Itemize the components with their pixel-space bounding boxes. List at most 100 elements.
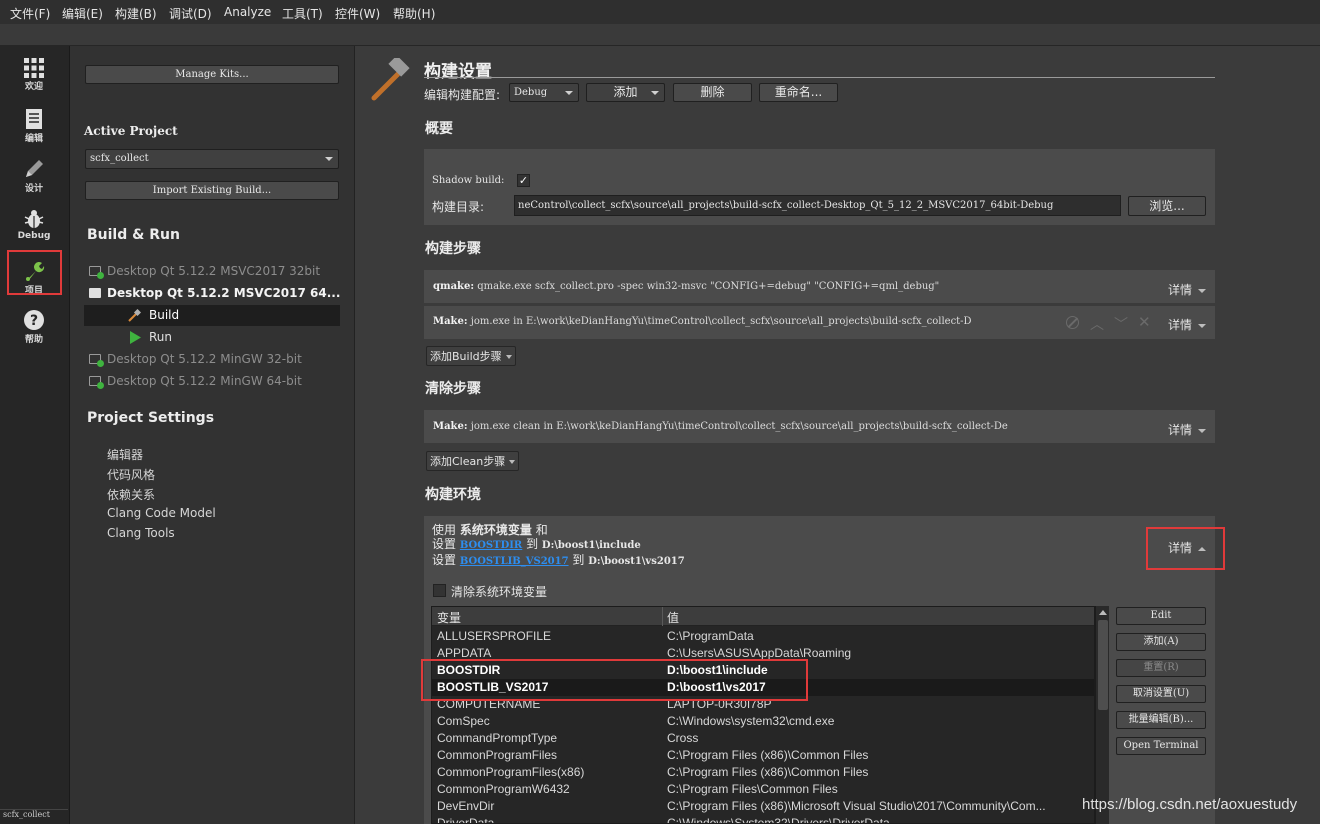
move-up-icon[interactable]: ︿	[1090, 314, 1104, 334]
env-edit-button[interactable]: Edit	[1116, 607, 1206, 625]
env-var-name: CommandPromptType	[437, 731, 558, 745]
mode-design[interactable]: 设计	[0, 158, 68, 194]
env-add-button[interactable]: 添加(A)	[1116, 633, 1206, 651]
kit-item-msvc64[interactable]: Desktop Qt 5.12.2 MSVC2017 64...	[89, 286, 341, 300]
help-icon: ?	[24, 310, 44, 330]
env-reset-button[interactable]: 重置(R)	[1116, 659, 1206, 677]
table-row[interactable]: ALLUSERSPROFILE C:\ProgramData	[432, 628, 1094, 645]
build-dir-input[interactable]: neControl\collect_scfx\source\all_projec…	[514, 195, 1121, 216]
env-use-text: 使用	[432, 523, 457, 537]
mode-help[interactable]: ? 帮助	[0, 309, 68, 345]
kit-label: Desktop Qt 5.12.2 MSVC2017 64...	[107, 286, 341, 300]
watermark-text: https://blog.csdn.net/aoxuestudy	[1082, 796, 1298, 813]
table-row[interactable]: CommonProgramFiles C:\Program Files (x86)…	[432, 747, 1094, 764]
manage-kits-button[interactable]: Manage Kits...	[85, 65, 339, 84]
add-config-button[interactable]: 添加	[586, 83, 665, 102]
rename-config-button[interactable]: 重命名...	[759, 83, 838, 102]
clean-details-toggle[interactable]: 详情	[1168, 421, 1207, 438]
menu-help[interactable]: 帮助(H)	[393, 5, 435, 22]
settings-item-clang-code-model[interactable]: Clang Code Model	[107, 506, 216, 520]
table-row[interactable]: CommonProgramFiles(x86) C:\Program Files …	[432, 764, 1094, 781]
settings-item-dependencies[interactable]: 依赖关系	[107, 486, 155, 503]
menu-edit[interactable]: 编辑(E)	[62, 5, 103, 22]
add-clean-step-button[interactable]: 添加Clean步骤	[426, 451, 520, 471]
header-value[interactable]: 值	[667, 609, 679, 626]
chevron-down-icon	[565, 90, 573, 95]
chevron-down-icon	[509, 460, 516, 464]
settings-item-code-style[interactable]: 代码风格	[107, 466, 155, 483]
build-item-selected[interactable]: Build	[84, 305, 340, 326]
bug-icon	[24, 210, 44, 228]
build-dir-label: 构建目录:	[432, 200, 485, 214]
env-var1-link[interactable]: BOOSTDIR	[460, 540, 522, 551]
table-row[interactable]: ComSpec C:\Windows\system32\cmd.exe	[432, 713, 1094, 730]
title-divider	[424, 77, 1215, 78]
qmake-details-toggle[interactable]: 详情	[1168, 281, 1207, 298]
make-details-toggle[interactable]: 详情	[1168, 316, 1207, 333]
active-project-value: scfx_collect	[90, 153, 149, 164]
kit-item-mingw64[interactable]: Desktop Qt 5.12.2 MinGW 64-bit	[89, 374, 302, 389]
env-unset-button[interactable]: 取消设置(U)	[1116, 685, 1206, 703]
chevron-down-icon	[651, 90, 659, 95]
add-build-step-button[interactable]: 添加Build步骤	[426, 346, 516, 366]
mode-edit[interactable]: 编辑	[0, 108, 68, 144]
qmake-step-summary: qmake: qmake.exe scfx_collect.pro -spec …	[433, 281, 1133, 292]
header-variable[interactable]: 变量	[437, 609, 461, 626]
project-tab-bottom[interactable]: scfx_collect	[0, 809, 68, 824]
settings-item-clang-tools[interactable]: Clang Tools	[107, 526, 175, 540]
build-env-title: 构建环境	[425, 487, 481, 503]
table-row[interactable]: DriverData C:\Windows\System32\Drivers\Dr…	[432, 815, 1094, 823]
env-var2-link[interactable]: BOOSTLIB_VS2017	[460, 556, 569, 567]
delete-config-button[interactable]: 删除	[673, 83, 752, 102]
mode-welcome[interactable]: 欢迎	[0, 58, 68, 92]
monitor-add-icon	[89, 354, 104, 367]
build-config-select[interactable]: Debug	[509, 83, 579, 102]
env-var-value: C:\Program Files (x86)\Common Files	[667, 748, 869, 762]
scroll-thumb[interactable]	[1098, 620, 1108, 710]
menu-debug[interactable]: 调试(D)	[169, 5, 212, 22]
disable-step-icon[interactable]	[1066, 316, 1079, 329]
menu-file[interactable]: 文件(F)	[10, 5, 50, 22]
grid-icon	[24, 58, 44, 78]
import-existing-build-button[interactable]: Import Existing Build...	[85, 181, 339, 200]
overview-title: 概要	[425, 121, 453, 137]
table-row[interactable]: DevEnvDir C:\Program Files (x86)\Microsof…	[432, 798, 1094, 815]
env-open-terminal-button[interactable]: Open Terminal	[1116, 737, 1206, 755]
run-item[interactable]: Run	[84, 327, 340, 348]
env-var-value: C:\Program Files (x86)\Microsoft Visual …	[667, 799, 1046, 813]
mode-debug[interactable]: Debug	[0, 208, 68, 241]
remove-step-icon[interactable]: ✕	[1138, 313, 1151, 331]
kit-item-mingw32[interactable]: Desktop Qt 5.12.2 MinGW 32-bit	[89, 352, 302, 367]
env-var-value: C:\Program Files (x86)\Common Files	[667, 765, 869, 779]
settings-item-editor[interactable]: 编辑器	[107, 446, 143, 463]
active-project-title: Active Project	[84, 124, 178, 138]
shadow-build-checkbox[interactable]: ✓	[517, 174, 530, 187]
build-run-title: Build & Run	[87, 227, 180, 243]
menu-tools[interactable]: 工具(T)	[282, 5, 323, 22]
toolbar-strip	[0, 24, 1320, 46]
browse-button[interactable]: 浏览...	[1128, 196, 1206, 216]
menu-analyze[interactable]: Analyze	[224, 5, 271, 19]
build-steps-title: 构建步骤	[425, 241, 481, 257]
env-summary: 使用 系统环境变量 和 设置 BOOSTDIR 到 D:\boost1\incl…	[432, 523, 685, 569]
make-step-summary: Make: jom.exe in E:\work\keDianHangYu\ti…	[433, 316, 1051, 327]
table-row[interactable]: CommandPromptType Cross	[432, 730, 1094, 747]
env-var-name: CommonProgramW6432	[437, 782, 570, 796]
table-row[interactable]: CommonProgramW6432 C:\Program Files\Commo…	[432, 781, 1094, 798]
active-project-select[interactable]: scfx_collect	[85, 149, 339, 169]
chevron-down-icon	[1198, 288, 1207, 293]
clear-sys-env-checkbox[interactable]	[433, 584, 446, 597]
highlight-projects-box	[7, 250, 62, 295]
make-step-command: jom.exe in E:\work\keDianHangYu\timeCont…	[470, 316, 972, 327]
env-batch-edit-button[interactable]: 批量编辑(B)...	[1116, 711, 1206, 729]
monitor-add-icon	[89, 266, 104, 279]
scroll-up-arrow-icon[interactable]	[1099, 610, 1107, 615]
env-table-scrollbar[interactable]	[1095, 606, 1109, 824]
menu-build[interactable]: 构建(B)	[115, 5, 157, 22]
menu-widgets[interactable]: 控件(W)	[335, 5, 380, 22]
make-step-name: Make:	[433, 316, 468, 327]
highlight-details-box	[1146, 527, 1225, 570]
kit-item-msvc32[interactable]: Desktop Qt 5.12.2 MSVC2017 32bit	[89, 264, 320, 279]
move-down-icon[interactable]: ﹀	[1114, 314, 1128, 334]
env-var-name: APPDATA	[437, 646, 492, 660]
